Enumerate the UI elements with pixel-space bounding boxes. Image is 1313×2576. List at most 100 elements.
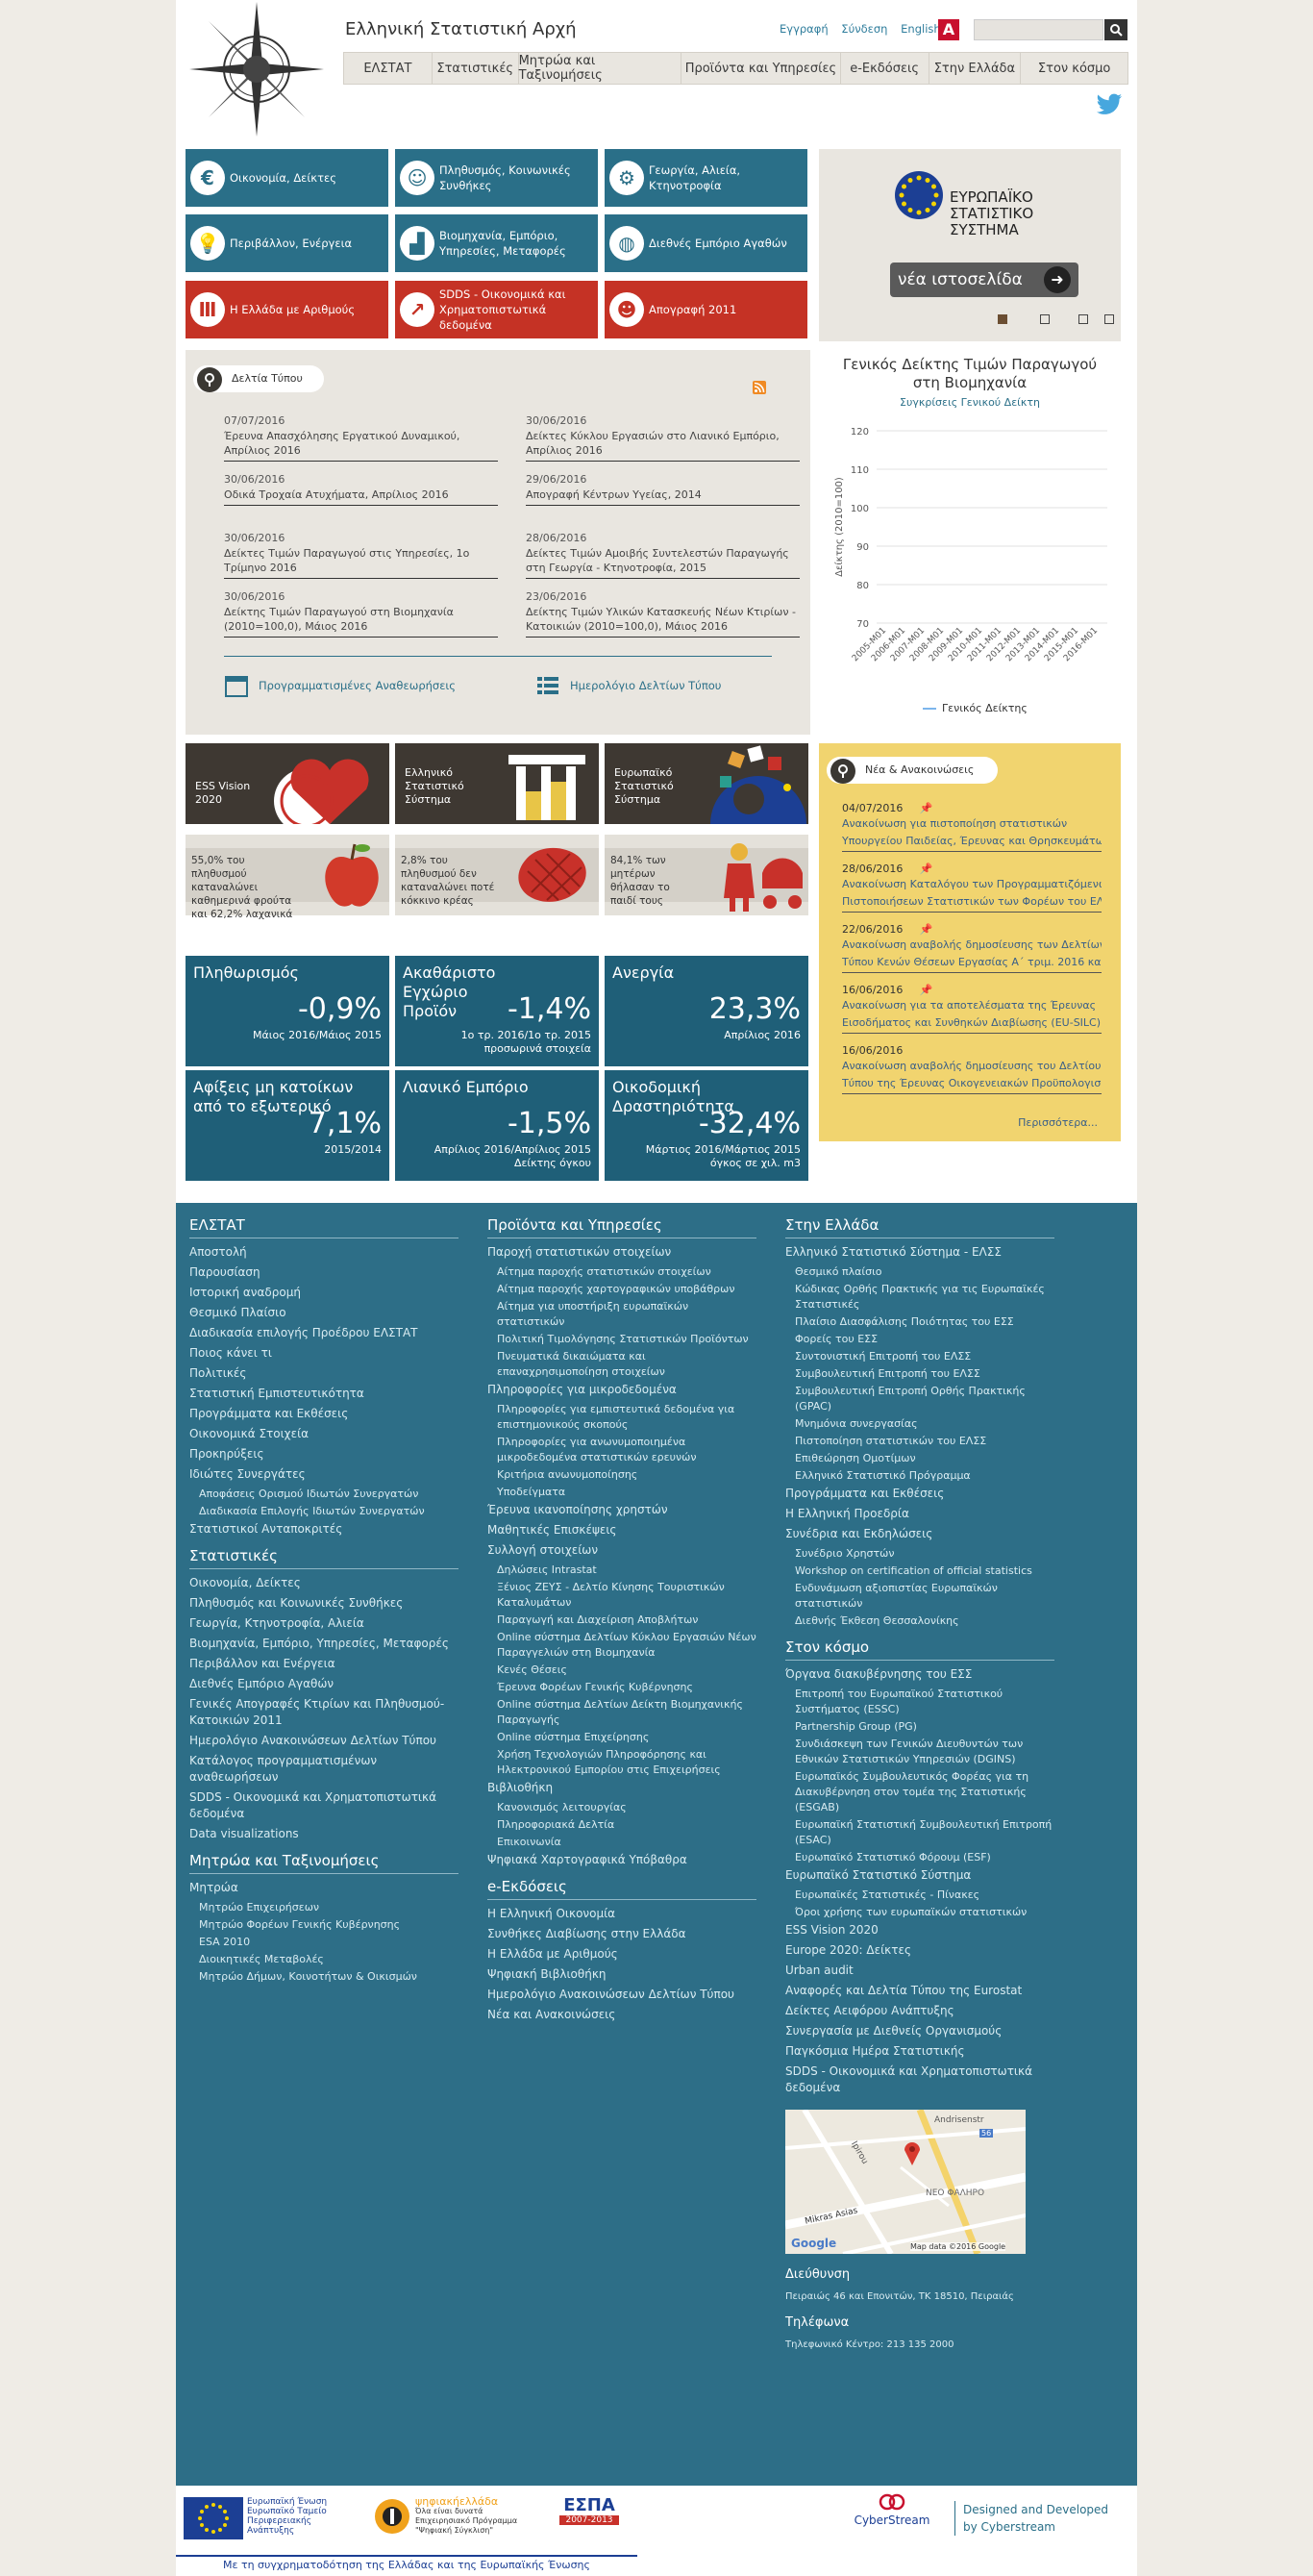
footer-sublink[interactable]: Κενές Θέσεις [487, 1663, 756, 1678]
stat-arrivals[interactable]: Αφίξεις μη κατοίκων από το εξωτερικό 7,1… [186, 1070, 389, 1181]
footer-link[interactable]: Ιστορική αναδρομή [189, 1285, 458, 1301]
fact-card-meat[interactable]: 2,8% του πληθυσμού δεν καταναλώνει ποτέ … [395, 835, 599, 915]
press-item[interactable]: 28/06/2016 Δείκτες Τιμών Αμοιβής Συντελεσ… [526, 531, 800, 579]
footer-sublink[interactable]: Αίτημα παροχής χαρτογραφικών υποβάθρων [487, 1282, 756, 1297]
footer-link[interactable]: Urban audit [785, 1963, 1054, 1979]
footer-link[interactable]: Προκηρύξεις [189, 1446, 458, 1463]
designed-by[interactable]: Designed and Developed by Cyberstream [954, 2501, 1108, 2536]
press-item[interactable]: 29/06/2016 Απογραφή Κέντρων Υγείας, 2014 [526, 472, 800, 506]
footer-sublink[interactable]: Μητρώο Φορέων Γενικής Κυβέρνησης [189, 1917, 458, 1933]
press-calendar-link[interactable]: Ημερολόγιο Δελτίων Τύπου [535, 673, 721, 698]
footer-link[interactable]: Πληθυσμός και Κοινωνικές Συνθήκες [189, 1595, 458, 1612]
footer-sublink[interactable]: Επιθεώρηση Ομοτίμων [785, 1451, 1054, 1466]
footer-link[interactable]: Europe 2020: Δείκτες [785, 1942, 1054, 1959]
footer-sublink[interactable]: Συντονιστική Επιτροπή του ΕΛΣΣ [785, 1349, 1054, 1364]
footer-sublink[interactable]: Μητρώο Επιχειρήσεων [189, 1900, 458, 1915]
footer-link[interactable]: Data visualizations [189, 1826, 458, 1842]
footer-sublink[interactable]: Μητρώο Δήμων, Κοινοτήτων & Οικισμών [189, 1969, 458, 1985]
search-button[interactable] [1104, 19, 1127, 40]
footer-link[interactable]: Θεσμικό Πλαίσιο [189, 1305, 458, 1321]
press-item[interactable]: 07/07/2016 Έρευνα Απασχόλησης Εργατικού Δ… [224, 413, 498, 462]
tile-industry[interactable]: ▟ Βιομηχανία, Εμπόριο, Υπηρεσίες, Μεταφορ… [395, 214, 598, 272]
footer-sublink[interactable]: Διαδικασία Επιλογής Ιδιωτών Συνεργατών [189, 1504, 458, 1519]
footer-sublink[interactable]: Ξένιος ΖΕΥΣ - Δελτίο Κίνησης Τουριστικών… [487, 1580, 756, 1611]
footer-link[interactable]: Αναφορές και Δελτία Τύπου της Eurostat [785, 1983, 1054, 1999]
footer-link[interactable]: Οικονομία, Δείκτες [189, 1575, 458, 1591]
footer-sublink[interactable]: Υποδείγματα [487, 1485, 756, 1500]
press-item[interactable]: 30/06/2016 Δείκτες Τιμών Παραγωγού στις Υ… [224, 531, 498, 579]
footer-sublink[interactable]: Ευρωπαϊκές Στατιστικές - Πίνακες [785, 1888, 1054, 1903]
footer-sublink[interactable]: Online σύστημα Δελτίων Κύκλου Εργασιών Ν… [487, 1630, 756, 1661]
footer-sublink[interactable]: Διοικητικές Μεταβολές [189, 1952, 458, 1967]
footer-link[interactable]: Στατιστική Εμπιστευτικότητα [189, 1386, 458, 1402]
footer-link[interactable]: ESS Vision 2020 [785, 1922, 1054, 1938]
footer-link[interactable]: Προγράμματα και Εκθέσεις [785, 1486, 1054, 1502]
footer-sublink[interactable]: Partnership Group (PG) [785, 1719, 1054, 1735]
press-item[interactable]: 23/06/2016 Δείκτης Τιμών Υλικών Κατασκευή… [526, 589, 800, 638]
footer-sublink[interactable]: Ευρωπαϊκό Στατιστικό Φόρουμ (ESF) [785, 1850, 1054, 1865]
slider-dot-4[interactable] [1104, 314, 1114, 324]
news-item[interactable]: 22/06/2016 📌 Ανακοίνωση αναβολής δημοσίευ… [842, 922, 1102, 973]
footer-sublink[interactable]: Workshop on certification of official st… [785, 1563, 1054, 1579]
nav-item-e-publications[interactable]: e-Εκδόσεις [841, 53, 929, 84]
news-item[interactable]: 16/06/2016 Ανακοίνωση αναβολής δημοσίευση… [842, 1043, 1102, 1094]
footer-sublink[interactable]: Πιστοποίηση στατιστικών του ΕΛΣΣ [785, 1434, 1054, 1449]
footer-link[interactable]: Διεθνές Εμπόριο Αγαθών [189, 1676, 458, 1692]
footer-sublink[interactable]: Όροι χρήσης των ευρωπαϊκών στατιστικών [785, 1905, 1054, 1920]
footer-sublink[interactable]: Συνδιάσκεψη των Γενικών Διευθυντών των Ε… [785, 1737, 1054, 1767]
footer-sublink[interactable]: Κριτήρια ανωνυμοποίησης [487, 1467, 756, 1483]
footer-link[interactable]: Συλλογή στοιχείων [487, 1542, 756, 1559]
footer-link[interactable]: Παγκόσμια Ημέρα Στατιστικής [785, 2043, 1054, 2060]
footer-sublink[interactable]: Κώδικας Ορθής Πρακτικής για τις Ευρωπαϊκ… [785, 1282, 1054, 1313]
nav-item-statistics[interactable]: Στατιστικές [433, 53, 519, 84]
footer-link[interactable]: Η Ελληνική Οικονομία [487, 1906, 756, 1922]
footer-link[interactable]: Όργανα διακυβέρνησης του ΕΣΣ [785, 1666, 1054, 1683]
footer-sublink[interactable]: Πολιτική Τιμολόγησης Στατιστικών Προϊόντ… [487, 1332, 756, 1347]
footer-sublink[interactable]: Κανονισμός λειτουργίας [487, 1800, 756, 1815]
login-link[interactable]: Σύνδεση [841, 22, 887, 36]
footer-sublink[interactable]: Μνημόνια συνεργασίας [785, 1416, 1054, 1432]
tile-greece-numbers[interactable]: ⅢΗ Ελλάδα με Αριθμούς [186, 281, 388, 338]
slider-dot-2[interactable] [1040, 314, 1050, 324]
footer-sublink[interactable]: Δηλώσεις Intrastat [487, 1563, 756, 1578]
footer-sublink[interactable]: Διεθνής Έκθεση Θεσσαλονίκης [785, 1613, 1054, 1629]
footer-link[interactable]: Πληροφορίες για μικροδεδομένα [487, 1382, 756, 1398]
footer-heading[interactable]: e-Εκδόσεις [487, 1878, 756, 1900]
footer-sublink[interactable]: Πληροφορίες για εμπιστευτικά δεδομένα γι… [487, 1402, 756, 1433]
footer-sublink[interactable]: Συμβουλευτική Επιτροπή του ΕΛΣΣ [785, 1366, 1054, 1382]
press-item[interactable]: 30/06/2016 Δείκτες Κύκλου Εργασιών στο Λι… [526, 413, 800, 462]
footer-sublink[interactable]: Ενδυνάμωση αξιοπιστίας Ευρωπαϊκών στατισ… [785, 1581, 1054, 1612]
nav-item-registers[interactable]: Μητρώα και Ταξινομήσεις [519, 53, 682, 84]
footer-link[interactable]: Συνεργασία με Διεθνείς Οργανισμούς [785, 2023, 1054, 2039]
tile-agriculture[interactable]: ⚙ Γεωργία, Αλιεία, Κτηνοτροφία [605, 149, 807, 207]
footer-sublink[interactable]: Συμβουλευτική Επιτροπή Ορθής Πρακτικής (… [785, 1384, 1054, 1414]
footer-link[interactable]: Η Ελλάδα με Αριθμούς [487, 1946, 756, 1963]
footer-sublink[interactable]: Αίτημα παροχής στατιστικών στοιχείων [487, 1264, 756, 1280]
nav-item-in-greece[interactable]: Στην Ελλάδα [929, 53, 1022, 84]
ess-banner[interactable]: ΕΥΡΩΠΑΪΚΟ ΣΤΑΤΙΣΤΙΚΟ ΣΥΣΤΗΜΑ νέα ιστοσελ… [819, 149, 1121, 341]
footer-link[interactable]: Νέα και Ανακοινώσεις [487, 2007, 756, 2023]
footer-link[interactable]: Πολιτικές [189, 1365, 458, 1382]
footer-sublink[interactable]: Επικοινωνία [487, 1835, 756, 1850]
tile-economy[interactable]: € Οικονομία, Δείκτες [186, 149, 388, 207]
fact-card-breastfeeding[interactable]: 84,1% των μητέρων θήλασαν το παιδί τους [605, 835, 808, 915]
footer-sublink[interactable]: Παραγωγή και Διαχείριση Αποβλήτων [487, 1613, 756, 1628]
footer-sublink[interactable]: Πνευματικά δικαιώματα και επαναχρησιμοπο… [487, 1349, 756, 1380]
footer-heading[interactable]: Στον κόσμο [785, 1638, 1054, 1661]
footer-sublink[interactable]: Online σύστημα Δελτίων Δείκτη Βιομηχανικ… [487, 1697, 756, 1728]
banner-ess-vision[interactable]: ESS Vision 2020 [186, 743, 389, 824]
tile-environment[interactable]: 💡 Περιβάλλον, Ενέργεια [186, 214, 388, 272]
footer-link[interactable]: Γενικές Απογραφές Κτιρίων και Πληθυσμού-… [189, 1696, 458, 1729]
stat-gdp[interactable]: Ακαθάριστο Εγχώριο Προϊόν -1,4% 1ο τρ. 2… [395, 956, 599, 1066]
tile-trade[interactable]: ◍ Διεθνές Εμπόριο Αγαθών [605, 214, 807, 272]
footer-link[interactable]: Βιβλιοθήκη [487, 1780, 756, 1796]
footer-link[interactable]: Οικονομικά Στοιχεία [189, 1426, 458, 1442]
footer-sublink[interactable]: Πλαίσιο Διασφάλισης Ποιότητας του ΕΣΣ [785, 1314, 1054, 1330]
footer-sublink[interactable]: Ελληνικό Στατιστικό Πρόγραμμα [785, 1468, 1054, 1484]
news-item[interactable]: 04/07/2016 📌 Ανακοίνωση για πιστοποίηση σ… [842, 801, 1102, 852]
nav-item-world[interactable]: Στον κόσμο [1021, 53, 1127, 84]
nav-item-products[interactable]: Προϊόντα και Υπηρεσίες [681, 53, 841, 84]
tile-sdds[interactable]: ↗ SDDS - Οικονομικά και Χρηματοπιστωτικά … [395, 281, 598, 338]
footer-sublink[interactable]: Ευρωπαϊκή Στατιστική Συμβουλευτική Επιτρ… [785, 1817, 1054, 1848]
english-link[interactable]: English [901, 22, 941, 36]
